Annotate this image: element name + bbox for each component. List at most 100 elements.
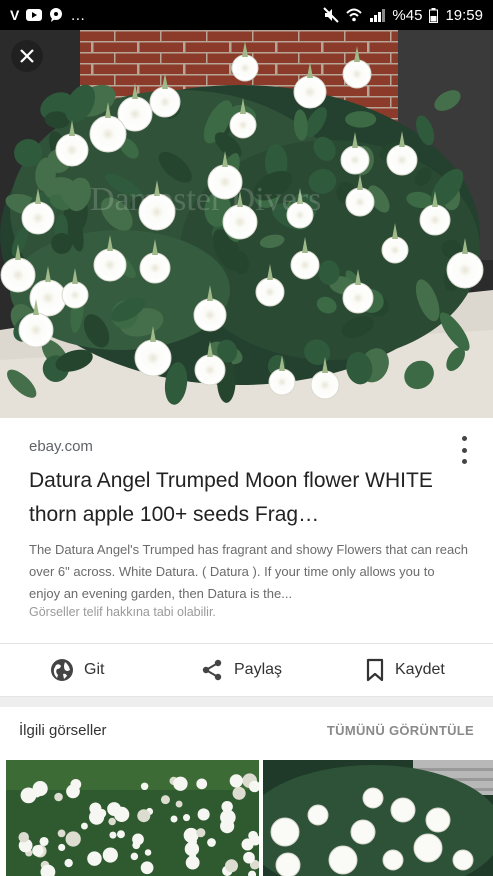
- flower: [386, 144, 418, 176]
- globe-icon: [51, 659, 73, 681]
- save-label: Kaydet: [395, 661, 445, 678]
- small-flower: [20, 787, 37, 804]
- action-bar: Git Paylaş Kaydet: [0, 643, 493, 697]
- more-vert-icon: [461, 436, 467, 441]
- copyright-notice: Görseller telif hakkına tabi olabilir.: [29, 605, 216, 619]
- datura-flowers-photo: Dampster Divers: [0, 30, 493, 418]
- more-options-button[interactable]: [455, 436, 473, 464]
- wifi-icon: [346, 8, 363, 22]
- share-button[interactable]: Paylaş: [200, 644, 282, 696]
- small-flower: [114, 806, 130, 822]
- small-flower: [307, 804, 329, 826]
- small-flower: [197, 808, 210, 821]
- small-flower: [132, 841, 141, 850]
- status-left: V …: [10, 7, 85, 24]
- small-flower: [107, 803, 116, 812]
- flower: [419, 204, 451, 236]
- small-flower: [362, 787, 384, 809]
- small-flower: [382, 849, 404, 871]
- result-title[interactable]: Datura Angel Trumped Moon flower WHITE t…: [29, 464, 469, 532]
- chat-icon: [50, 8, 63, 22]
- small-flower: [39, 836, 49, 847]
- white-flower-bush-photo: [6, 760, 259, 876]
- flower: [0, 257, 36, 293]
- datura-garden-photo: [263, 760, 493, 876]
- small-flower: [452, 849, 474, 871]
- small-flower: [64, 858, 73, 868]
- close-button[interactable]: [11, 40, 43, 72]
- small-flower: [116, 830, 125, 839]
- flower: [268, 368, 296, 396]
- flower: [381, 236, 409, 264]
- small-flower: [97, 808, 107, 818]
- small-flower: [196, 778, 208, 790]
- source-domain[interactable]: ebay.com: [29, 438, 93, 455]
- small-flower: [425, 807, 451, 833]
- small-flower: [183, 814, 191, 822]
- small-flower: [160, 795, 170, 805]
- small-flower: [58, 843, 66, 852]
- more-vert-dot: [461, 447, 467, 453]
- visit-button[interactable]: Git: [50, 644, 104, 696]
- close-icon: [20, 49, 34, 63]
- flower: [231, 54, 259, 82]
- flower: [255, 277, 285, 307]
- flower: [18, 312, 54, 348]
- related-title: İlgili görseller: [19, 722, 107, 739]
- flower: [93, 248, 127, 282]
- flower: [290, 250, 320, 280]
- related-images-section: İlgili görseller TÜMÜNÜ GÖRÜNTÜLE: [0, 707, 493, 876]
- signal-icon: [370, 9, 386, 22]
- bookmark-icon: [366, 658, 384, 682]
- small-flower: [224, 859, 239, 873]
- view-all-button[interactable]: TÜMÜNÜ GÖRÜNTÜLE: [327, 723, 474, 738]
- result-description: The Datura Angel's Trumped has fragrant …: [29, 542, 468, 601]
- small-flower: [140, 861, 154, 875]
- share-label: Paylaş: [234, 661, 283, 678]
- mute-icon: [323, 7, 340, 23]
- small-flower: [137, 809, 151, 823]
- share-icon: [202, 659, 222, 681]
- small-flower: [243, 851, 255, 864]
- leaf: [345, 111, 377, 128]
- small-flower: [207, 838, 216, 847]
- related-image-1[interactable]: [6, 760, 259, 876]
- result-image[interactable]: Dampster Divers: [0, 30, 493, 418]
- watermark: Dampster Divers: [90, 181, 321, 218]
- small-flower: [108, 817, 116, 826]
- small-flower: [32, 844, 44, 857]
- small-flower: [270, 817, 300, 847]
- flower: [55, 133, 89, 167]
- flower: [342, 282, 374, 314]
- small-flower: [175, 800, 183, 808]
- small-flower: [173, 776, 188, 791]
- small-flower: [221, 801, 233, 813]
- flower: [345, 187, 375, 217]
- small-flower: [413, 833, 443, 863]
- small-flower: [65, 831, 81, 847]
- small-flower: [80, 822, 88, 830]
- small-flower: [144, 849, 152, 856]
- battery-percent: %45: [392, 6, 423, 24]
- result-card: ebay.com Datura Angel Trumped Moon flowe…: [0, 418, 493, 643]
- small-flower: [54, 792, 63, 802]
- small-flower: [328, 845, 358, 875]
- small-flower: [232, 786, 246, 800]
- related-image-2[interactable]: [263, 760, 493, 876]
- flower: [446, 251, 484, 289]
- small-flower: [189, 852, 197, 860]
- clock: 19:59: [445, 6, 483, 24]
- battery-icon: [429, 7, 439, 23]
- v-app-icon: V: [10, 7, 20, 23]
- flower: [342, 59, 372, 89]
- flower: [293, 75, 327, 109]
- flower: [134, 339, 172, 377]
- save-button[interactable]: Kaydet: [365, 644, 445, 696]
- status-bar: V … %45 19:59: [0, 0, 493, 30]
- flower: [139, 252, 171, 284]
- status-overflow: …: [70, 6, 86, 24]
- small-flower: [390, 797, 416, 823]
- youtube-icon: [26, 9, 43, 21]
- small-flower: [18, 831, 30, 843]
- small-flower: [57, 829, 66, 838]
